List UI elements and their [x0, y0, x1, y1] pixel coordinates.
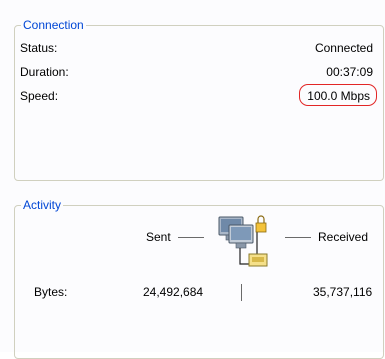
- speed-label: Speed:: [20, 89, 59, 103]
- activity-group-title: Activity: [23, 198, 62, 212]
- bytes-label: Bytes:: [34, 285, 68, 299]
- activity-group: Activity: [14, 199, 384, 359]
- speed-highlight-circle: [299, 84, 377, 106]
- sent-label: Sent: [146, 230, 171, 244]
- connection-group-title: Connection: [23, 18, 84, 32]
- duration-label: Duration:: [20, 65, 69, 79]
- duration-value: 00:37:09: [326, 65, 373, 79]
- sent-line: [178, 237, 204, 238]
- connection-status-panel: Connection Status: Connected Duration: 0…: [0, 0, 385, 359]
- bytes-received-value: 35,737,116: [313, 285, 373, 299]
- bytes-separator: [241, 284, 242, 301]
- bytes-sent-value: 24,492,684: [143, 285, 204, 299]
- status-value: Connected: [314, 41, 373, 55]
- received-label: Received: [318, 230, 369, 244]
- network-activity-icon: [218, 215, 268, 267]
- status-label: Status:: [20, 41, 58, 55]
- received-line: [285, 237, 311, 238]
